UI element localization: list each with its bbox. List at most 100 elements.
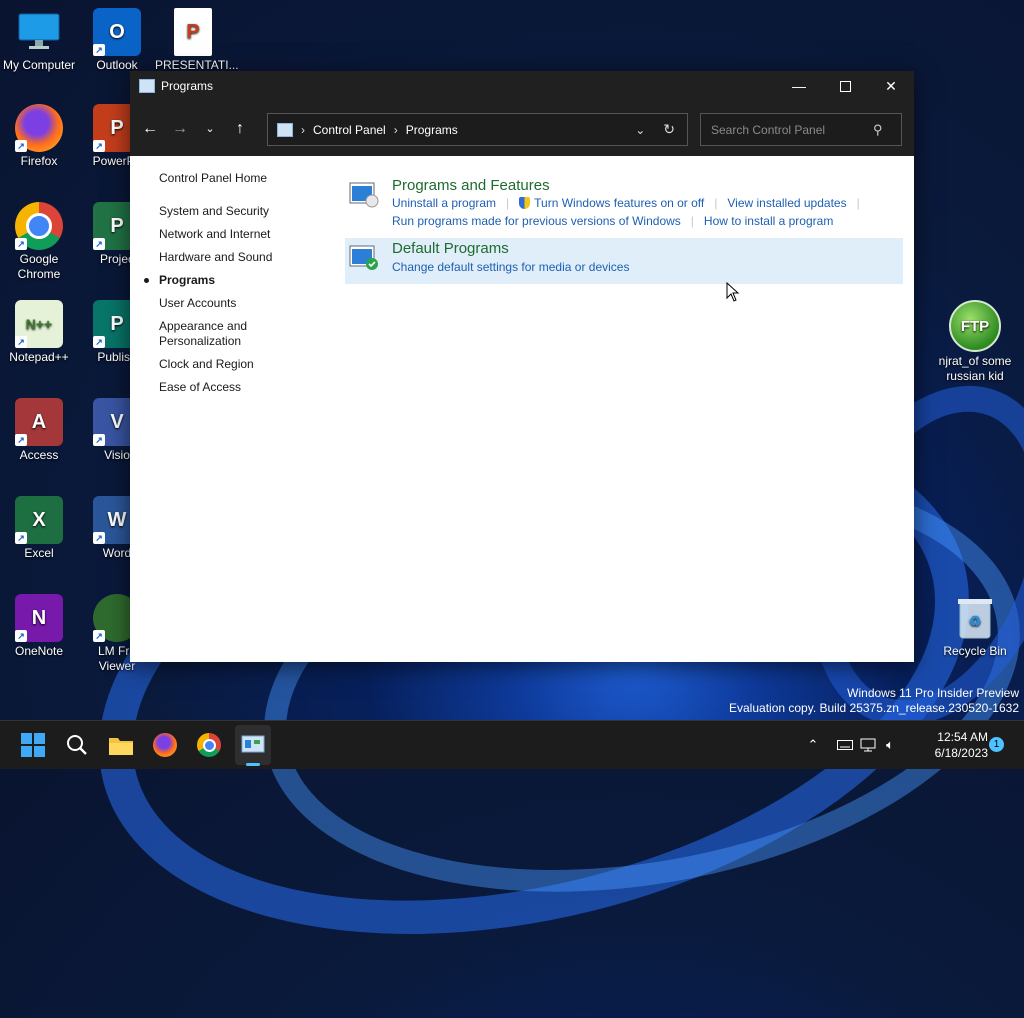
breadcrumb-separator: › (301, 122, 305, 137)
recycle-bin-icon: ♻ (951, 594, 999, 642)
onenote-icon: N ↗ (15, 594, 63, 642)
category-default-programs[interactable]: Default Programs Change default settings… (345, 238, 903, 284)
nav-ease-of-access[interactable]: Ease of Access (159, 380, 339, 395)
back-button[interactable]: ← (135, 114, 165, 144)
maximize-icon (839, 80, 851, 92)
desktop-icon-onenote[interactable]: N ↗ OneNote (1, 594, 77, 659)
breadcrumb-programs[interactable]: Programs (406, 123, 458, 137)
taskbar: ⌃ 🔈︎ 12:54 AM 6/18/2023 1 (0, 720, 1024, 769)
desktop-icon-outlook[interactable]: O ↗ Outlook (79, 8, 155, 73)
access-icon: A ↗ (15, 398, 63, 446)
search-icon (67, 735, 87, 755)
desktop-icon-google-chrome[interactable]: ↗ Google Chrome (1, 202, 77, 282)
desktop-icon-label: njrat_of some russian kid (938, 354, 1012, 383)
desktop-icon-label: My Computer (2, 58, 76, 72)
link-how-to-install[interactable]: How to install a program (704, 214, 833, 228)
firefox-taskbar-button[interactable] (149, 729, 181, 761)
firefox-icon (153, 733, 177, 757)
chrome-taskbar-button[interactable] (193, 729, 225, 761)
nav-control-panel-home[interactable]: Control Panel Home (159, 171, 339, 186)
control-panel-taskbar-button[interactable] (235, 725, 271, 766)
nav-hardware-and-sound[interactable]: Hardware and Sound (159, 250, 339, 265)
monitor-icon (15, 8, 63, 56)
ftp-icon: FTP (949, 300, 1001, 352)
nav-clock-and-region[interactable]: Clock and Region (159, 357, 339, 372)
start-button[interactable] (17, 729, 49, 761)
desktop-icon-label: Access (19, 448, 59, 462)
clock[interactable]: 12:54 AM 6/18/2023 (918, 729, 988, 761)
desktop-icon-label: Excel (24, 546, 54, 560)
address-dropdown-icon[interactable]: ⌄ (635, 123, 645, 137)
refresh-icon[interactable]: ↻ (663, 121, 675, 138)
notification-badge[interactable]: 1 (989, 737, 1004, 752)
mouse-cursor-icon (726, 282, 740, 302)
desktop-icon-label: Word (102, 546, 132, 560)
desktop-icon-access[interactable]: A ↗ Access (1, 398, 77, 463)
link-separator: | (690, 214, 694, 228)
desktop-icon-presentation-file[interactable]: P PRESENTATI... (155, 8, 239, 73)
category-title[interactable]: Default Programs (392, 240, 509, 257)
maximize-button[interactable] (822, 71, 868, 101)
watermark-line: Evaluation copy. Build 25375.zn_release.… (729, 701, 1019, 715)
title-bar[interactable]: Programs — ✕ (130, 71, 914, 101)
shield-icon (519, 197, 531, 209)
category-programs-and-features: Programs and Features Uninstall a progra… (345, 175, 903, 237)
category-links-row: Change default settings for media or dev… (392, 260, 629, 274)
content-area: Control Panel Home System and Security N… (130, 156, 914, 662)
control-panel-icon (241, 735, 265, 753)
nav-appearance-and-personalization[interactable]: Appearance and Personalization (159, 319, 259, 349)
desktop-icon-recycle-bin[interactable]: ♻ Recycle Bin (937, 594, 1013, 659)
desktop-icon-label: Outlook (96, 58, 138, 72)
desktop-icon-label: OneNote (14, 644, 64, 658)
desktop-icon-label: Firefox (20, 154, 58, 168)
excel-icon: X ↗ (15, 496, 63, 544)
forward-button[interactable]: → (165, 114, 195, 144)
control-panel-window: Programs — ✕ ← → ⌄ ↑ › Control Panel › P… (130, 71, 914, 662)
network-icon[interactable] (856, 738, 880, 752)
programs-and-features-icon (349, 182, 379, 208)
control-panel-icon (139, 79, 155, 93)
search-box[interactable]: ⚲ (700, 113, 902, 146)
up-button[interactable]: ↑ (225, 114, 255, 144)
desktop-icon-ftp-shortcut[interactable]: FTP njrat_of some russian kid (937, 300, 1013, 384)
link-view-installed-updates[interactable]: View installed updates (727, 196, 846, 210)
clock-date: 6/18/2023 (934, 746, 988, 760)
breadcrumb-control-panel[interactable]: Control Panel (313, 123, 386, 137)
control-panel-icon (277, 122, 293, 137)
chevron-down-icon: ⌄ (205, 123, 215, 135)
link-change-default-settings[interactable]: Change default settings for media or dev… (392, 260, 629, 274)
windows-logo-icon (21, 733, 45, 757)
nav-programs[interactable]: Programs (144, 273, 339, 288)
close-icon: ✕ (885, 77, 897, 94)
close-button[interactable]: ✕ (868, 71, 914, 101)
nav-network-and-internet[interactable]: Network and Internet (159, 227, 339, 242)
category-title[interactable]: Programs and Features (392, 177, 550, 194)
desktop-icon-label: Visio (104, 448, 130, 462)
recent-locations-button[interactable]: ⌄ (195, 114, 225, 144)
left-navigation: Control Panel Home System and Security N… (144, 171, 339, 403)
desktop-icon-firefox[interactable]: ↗ Firefox (1, 104, 77, 169)
search-icon[interactable]: ⚲ (873, 122, 883, 138)
search-button[interactable] (61, 729, 93, 761)
desktop-icon-label: Google Chrome (17, 252, 61, 281)
address-bar[interactable]: › Control Panel › Programs ⌄ ↻ (267, 113, 688, 146)
keyboard-icon[interactable] (834, 739, 856, 751)
desktop-icon-notepad-plus-plus[interactable]: N++ ↗ Notepad++ (1, 300, 77, 365)
desktop-icon-label: Recycle Bin (943, 644, 1007, 658)
link-run-previous-versions[interactable]: Run programs made for previous versions … (392, 214, 681, 228)
search-input[interactable] (709, 121, 873, 138)
arrow-up-icon: ↑ (236, 119, 244, 137)
nav-system-and-security[interactable]: System and Security (159, 204, 339, 219)
window-title: Programs (161, 79, 214, 93)
volume-icon[interactable]: 🔈︎ (880, 737, 900, 753)
link-uninstall-program[interactable]: Uninstall a program (392, 196, 496, 210)
nav-user-accounts[interactable]: User Accounts (159, 296, 339, 311)
desktop-icon-excel[interactable]: X ↗ Excel (1, 496, 77, 561)
link-turn-windows-features[interactable]: Turn Windows features on or off (534, 196, 704, 210)
folder-icon (109, 738, 133, 755)
desktop-icon-my-computer[interactable]: My Computer (1, 8, 77, 73)
file-explorer-button[interactable] (105, 729, 137, 761)
chevron-up-icon[interactable]: ⌃ (804, 737, 822, 753)
minimize-button[interactable]: — (776, 71, 822, 101)
active-indicator (246, 763, 260, 766)
